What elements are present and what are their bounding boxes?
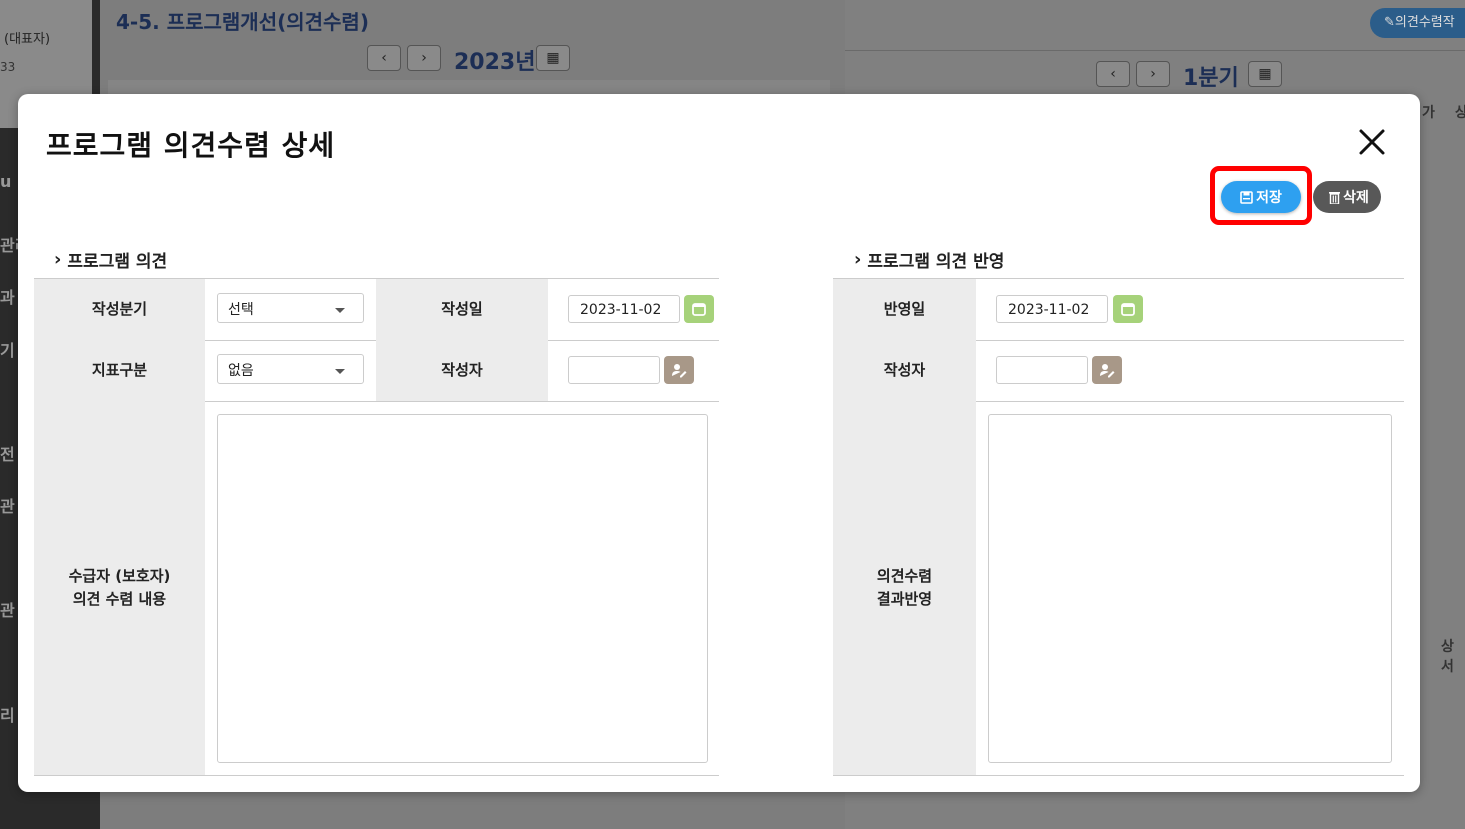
quarter-label: 작성분기 [34,279,205,340]
author-picker-button[interactable] [664,356,694,384]
chevron-left-icon: ‹ [381,50,387,66]
right-section-title-text: 프로그램 의견 반영 [867,252,1005,272]
prev-year-button[interactable]: ‹ [367,45,401,71]
apply-author-label: 작성자 [833,340,976,401]
result-label-line1: 의견수렴 [876,567,933,585]
indicator-select[interactable]: 없음 [217,354,364,384]
opinion-write-button[interactable]: ✎의견수렴작 [1370,8,1465,38]
calendar-icon: ▦ [1258,66,1272,82]
form-row: 작성자 [833,340,1404,402]
result-label: 의견수렴 결과반영 [833,401,976,775]
result-textarea[interactable] [988,414,1392,763]
quarter-calendar-button[interactable]: ▦ [1248,61,1282,87]
delete-label: 삭제 [1343,190,1369,206]
next-year-button[interactable]: › [407,45,441,71]
user-code: 33 [0,60,16,74]
chevron-right-icon: › [54,249,62,270]
author-input[interactable] [568,356,660,384]
sidebar-nav-item[interactable]: 관 [0,597,15,621]
left-section-title: › 프로그램 의견 [54,247,167,272]
trash-icon [1329,191,1341,204]
left-section-title-text: 프로그램 의견 [67,252,168,272]
caret-down-icon [335,369,345,374]
apply-author-picker-button[interactable] [1092,356,1122,384]
pencil-icon: ✎ [1384,15,1395,30]
calendar-icon: ▦ [546,50,560,66]
column-label: 상서 [1441,639,1454,675]
column-label: 상 [1455,105,1465,121]
user-edit-icon [1100,364,1115,378]
quarter-select-value: 선택 [228,302,254,318]
sidebar-nav-item[interactable]: 관 [0,493,15,517]
column-label: 가 [1422,105,1435,121]
apply-date-calendar-button[interactable] [1113,295,1143,323]
save-label: 저장 [1256,189,1282,205]
chevron-right-icon: › [854,249,862,270]
right-form: 반영일 2023-11-02 작성자 의견수렴 결과반영 [833,278,1404,776]
caret-down-icon [335,308,345,313]
opinion-detail-modal: 프로그램 의견수렴 상세 저장 삭제 › 프로그램 의견 작성분기 선택 작성일… [18,94,1420,792]
opinion-content-label-line2: 의견 수렴 내용 [72,590,167,608]
apply-date-input[interactable]: 2023-11-02 [996,295,1108,323]
modal-title: 프로그램 의견수렴 상세 [46,129,336,162]
opinion-content-textarea[interactable] [217,414,708,763]
year-calendar-button[interactable]: ▦ [536,45,570,71]
opinion-content-label: 수급자 (보호자) 의견 수렴 내용 [34,401,205,775]
apply-date-label: 반영일 [833,279,976,340]
result-label-line2: 결과반영 [876,590,933,608]
sidebar-nav-item[interactable]: 기 [0,337,15,361]
form-row: 의견수렴 결과반영 [833,401,1404,776]
apply-author-input[interactable] [996,356,1088,384]
chevron-right-icon: › [421,50,427,66]
calendar-icon [692,303,706,316]
right-section-title: › 프로그램 의견 반영 [854,247,1004,272]
sidebar-nav-item[interactable]: 과 [0,284,15,308]
delete-button[interactable]: 삭제 [1313,181,1381,213]
table-header [108,80,830,94]
opinion-content-label-line1: 수급자 (보호자) [68,567,171,585]
left-form: 작성분기 선택 작성일 2023-11-02 지표구분 없음 작성자 수급자 (… [34,278,719,776]
chevron-right-icon: › [1150,66,1156,82]
close-icon [1359,129,1385,155]
form-row: 수급자 (보호자) 의견 수렴 내용 [34,401,719,776]
chevron-left-icon: ‹ [1110,66,1116,82]
year-label: 2023년 [454,50,536,75]
user-edit-icon [672,364,687,378]
form-row: 반영일 2023-11-02 [833,279,1404,341]
form-row: 지표구분 없음 작성자 [34,340,719,402]
write-date-input[interactable]: 2023-11-02 [568,295,680,323]
next-quarter-button[interactable]: › [1136,61,1170,87]
indicator-label: 지표구분 [34,340,205,401]
sidebar-nav-item[interactable]: 리 [0,702,15,726]
write-date-label: 작성일 [376,279,548,340]
save-button[interactable]: 저장 [1221,181,1301,213]
user-name: (대표자) [4,32,51,47]
prev-quarter-button[interactable]: ‹ [1096,61,1130,87]
calendar-icon [1121,303,1135,316]
quarter-label: 1분기 [1183,66,1239,91]
save-icon [1240,190,1253,204]
divider [845,50,1465,51]
sidebar-nav-item[interactable]: 전 [0,441,15,465]
page-title: 4-5. 프로그램개선(의견수렴) [116,10,369,34]
indicator-select-value: 없음 [228,363,254,379]
opinion-write-label: 의견수렴작 [1394,15,1455,30]
quarter-select[interactable]: 선택 [217,293,364,323]
write-date-calendar-button[interactable] [684,295,714,323]
close-button[interactable] [1354,124,1390,160]
author-label: 작성자 [376,340,548,401]
form-row: 작성분기 선택 작성일 2023-11-02 [34,279,719,341]
